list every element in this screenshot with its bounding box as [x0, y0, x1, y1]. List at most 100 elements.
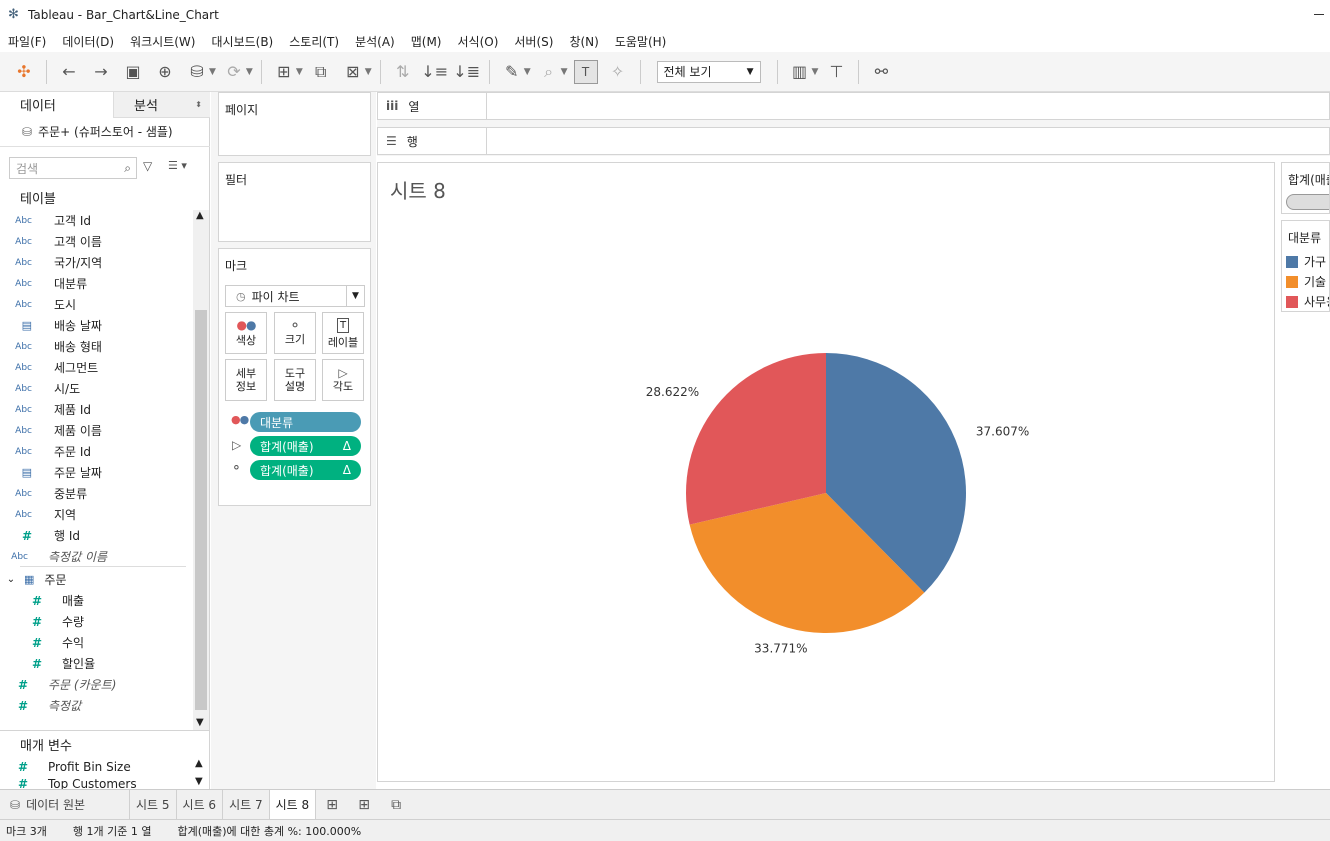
swap-icon[interactable]: ⇅ — [391, 60, 415, 84]
datasource-item[interactable]: ⛁ 주문+ (슈퍼스토어 - 샘플) — [22, 123, 173, 140]
filters-card[interactable]: 필터 — [218, 162, 371, 242]
sort-ascending-icon[interactable]: ↓≡ — [421, 60, 448, 84]
menu-analysis[interactable]: 분석(A) — [347, 33, 403, 50]
dropdown-arrow-icon[interactable]: ▼ — [524, 67, 531, 77]
search-input[interactable]: 검색 ⌕ — [9, 157, 137, 179]
fit-select[interactable]: 전체 보기 ▼ — [656, 60, 761, 83]
share-icon[interactable]: ⚯ — [869, 60, 893, 84]
redo-icon[interactable]: → — [89, 60, 113, 84]
tab-sheet-8[interactable]: 시트 8 — [269, 789, 317, 820]
scroll-thumb[interactable] — [195, 310, 207, 710]
fix-axes-icon[interactable]: ✧ — [606, 60, 630, 84]
tab-data[interactable]: 데이터 — [0, 92, 113, 118]
filter-icon[interactable]: ▽ — [143, 159, 152, 173]
field-item[interactable]: # 측정값 — [0, 695, 81, 716]
field-item[interactable]: Abc 배송 형태 — [0, 336, 102, 357]
tab-datasource[interactable]: ⛁ 데이터 원본 — [0, 789, 130, 820]
angle-button[interactable]: ▷ 각도 — [322, 359, 364, 401]
field-item[interactable]: Abc 중분류 — [0, 483, 87, 504]
field-item[interactable]: Abc 국가/지역 — [0, 252, 102, 273]
scroll-down-icon[interactable]: ▼ — [195, 776, 203, 787]
field-item[interactable]: Abc 제품 이름 — [0, 420, 102, 441]
dropdown-arrow-icon[interactable]: ▼ — [246, 67, 253, 77]
group-icon[interactable]: ⌕ — [537, 60, 561, 84]
field-item[interactable]: Abc 대분류 — [0, 273, 87, 294]
new-dashboard-icon[interactable]: ⊞ — [352, 793, 376, 817]
legend-item[interactable]: 사무용품 — [1286, 293, 1329, 310]
menu-window[interactable]: 창(N) — [561, 33, 606, 50]
menu-story[interactable]: 스토리(T) — [281, 33, 347, 50]
menu-file[interactable]: 파일(F) — [0, 33, 54, 50]
sort-descending-icon[interactable]: ↓≣ — [453, 60, 480, 84]
refresh-icon[interactable]: ⟳ — [222, 60, 246, 84]
field-item[interactable]: Abc 고객 Id — [0, 210, 91, 231]
view-options-icon[interactable]: ☰ ▾ — [168, 159, 187, 172]
tab-sheet-6[interactable]: 시트 6 — [177, 789, 224, 820]
legend-item[interactable]: 가구 — [1286, 253, 1326, 270]
presentation-mode-icon[interactable]: ⊤ — [824, 60, 848, 84]
columns-shelf[interactable]: iii 열 — [377, 92, 1330, 120]
field-item[interactable]: # 수량 — [0, 611, 84, 632]
field-item[interactable]: Abc 세그먼트 — [0, 357, 98, 378]
pill-sales-size[interactable]: 합계(매출) Δ — [250, 460, 361, 480]
color-button[interactable]: ●● 색상 — [225, 312, 267, 354]
field-item[interactable]: ▤ 배송 날짜 — [0, 315, 102, 336]
pause-updates-icon[interactable]: ⛁ — [185, 60, 209, 84]
color-legend[interactable]: 대분류 가구 기술 사무용품 — [1281, 220, 1330, 312]
new-story-icon[interactable]: ⧉ — [384, 793, 408, 817]
duplicate-sheet-icon[interactable]: ⧉ — [309, 60, 333, 84]
clear-sheet-icon[interactable]: ⊠ — [341, 60, 365, 84]
menu-format[interactable]: 서식(O) — [450, 33, 507, 50]
tab-sheet-7[interactable]: 시트 7 — [223, 789, 270, 820]
field-item[interactable]: ▤ 주문 날짜 — [0, 462, 102, 483]
field-item[interactable]: Abc 제품 Id — [0, 399, 91, 420]
scroll-up-icon[interactable]: ▲ — [195, 758, 203, 769]
param-item[interactable]: # Profit Bin Size — [0, 756, 131, 777]
field-item[interactable]: # 행 Id — [0, 525, 80, 546]
menu-help[interactable]: 도움말(H) — [607, 33, 675, 50]
pie-chart[interactable]: 37.607% 33.771% 28.622% — [378, 163, 1274, 781]
dropdown-arrow-icon[interactable]: ▼ — [365, 67, 372, 77]
pages-card[interactable]: 페이지 — [218, 92, 371, 156]
field-item[interactable]: Abc 고객 이름 — [0, 231, 102, 252]
param-item[interactable]: # Top Customers — [0, 777, 137, 789]
label-button[interactable]: T 레이블 — [322, 312, 364, 354]
show-labels-icon[interactable]: T — [573, 59, 598, 84]
menu-map[interactable]: 맵(M) — [403, 33, 450, 50]
undo-icon[interactable]: ← — [57, 60, 81, 84]
dropdown-arrow-icon[interactable]: ▼ — [296, 67, 303, 77]
menu-dashboard[interactable]: 대시보드(B) — [203, 33, 281, 50]
tab-sheet-5[interactable]: 시트 5 — [130, 789, 177, 820]
minimize-icon[interactable] — [1314, 14, 1324, 15]
field-item[interactable]: # 매출 — [0, 590, 84, 611]
highlight-icon[interactable]: ✎ — [500, 60, 524, 84]
tableau-start-icon[interactable]: ✣ — [12, 60, 36, 84]
field-scrollbar[interactable]: ▲ ▼ — [193, 210, 209, 730]
field-item[interactable]: # 할인율 — [0, 653, 95, 674]
field-item[interactable]: Abc 시/도 — [0, 378, 80, 399]
new-worksheet-icon[interactable]: ⊞ — [320, 793, 344, 817]
field-item[interactable]: Abc 주문 Id — [0, 441, 91, 462]
detail-button[interactable]: 세부 정보 — [225, 359, 267, 401]
pill-sales-angle[interactable]: 합계(매출) Δ — [250, 436, 361, 456]
show-cards-icon[interactable]: ▥ — [788, 60, 812, 84]
menu-data[interactable]: 데이터(D) — [54, 33, 122, 50]
scroll-up-icon[interactable]: ▲ — [196, 210, 204, 221]
size-legend[interactable]: 합계(매출) — [1281, 162, 1330, 214]
dropdown-arrow-icon[interactable]: ▼ — [209, 67, 216, 77]
field-item[interactable]: # 주문 (카운트) — [0, 674, 116, 695]
new-datasource-icon[interactable]: ⊕ — [153, 60, 177, 84]
field-item[interactable]: Abc 지역 — [0, 504, 76, 525]
dropdown-arrow-icon[interactable]: ▼ — [812, 67, 819, 77]
table-group[interactable]: ⌄ ▦ 주문 — [0, 569, 67, 590]
menu-worksheet[interactable]: 워크시트(W) — [122, 33, 203, 50]
size-button[interactable]: ⚬ 크기 — [274, 312, 316, 354]
menu-server[interactable]: 서버(S) — [506, 33, 561, 50]
rows-shelf[interactable]: ☰ 행 — [377, 127, 1330, 155]
new-worksheet-icon[interactable]: ⊞ — [272, 60, 296, 84]
field-item[interactable]: # 수익 — [0, 632, 84, 653]
save-icon[interactable]: ▣ — [121, 60, 145, 84]
tooltip-button[interactable]: 도구 설명 — [274, 359, 316, 401]
scroll-down-icon[interactable]: ▼ — [196, 717, 204, 728]
tab-analysis[interactable]: 분석 ⬍ — [113, 92, 210, 118]
